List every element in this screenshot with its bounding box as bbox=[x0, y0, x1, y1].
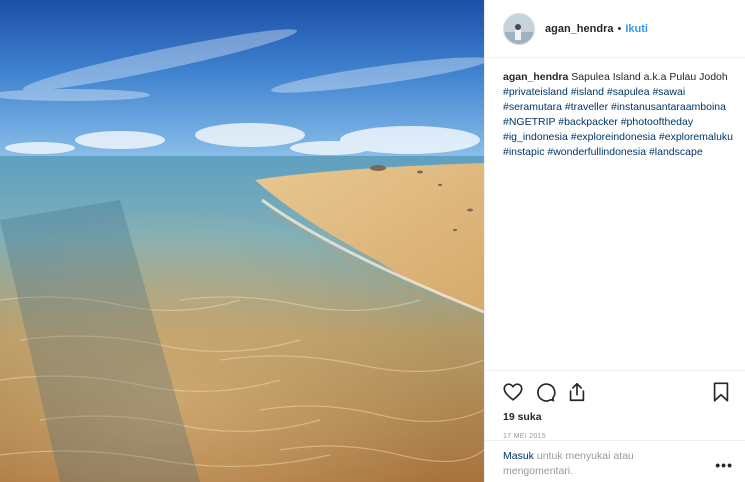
like-count[interactable]: 19 suka bbox=[501, 407, 733, 423]
hashtag-link[interactable]: #privateisland bbox=[503, 86, 568, 98]
hashtag-list: #privateisland #island #sapulea #sawai #… bbox=[503, 86, 733, 158]
hashtag-link[interactable]: #sawai bbox=[652, 86, 685, 98]
caption-text: Sapulea Island a.k.a Pulau Jodoh bbox=[571, 71, 728, 83]
follow-button[interactable]: Ikuti bbox=[625, 23, 648, 35]
post-sidebar: agan_hendra • Ikuti agan_hendra Sapulea … bbox=[484, 0, 745, 482]
avatar-image bbox=[504, 13, 534, 44]
header-username[interactable]: agan_hendra bbox=[545, 23, 613, 35]
bookmark-icon[interactable] bbox=[709, 380, 733, 404]
hashtag-link[interactable]: #wonderfullindonesia bbox=[547, 146, 646, 158]
login-text-block: Masuk untuk menyukai atau mengomentari. bbox=[503, 449, 673, 479]
beach-photo-image bbox=[0, 0, 484, 482]
hashtag-link[interactable]: #landscape bbox=[649, 146, 703, 158]
instagram-post: agan_hendra • Ikuti agan_hendra Sapulea … bbox=[0, 0, 745, 482]
hashtag-link[interactable]: #ig_indonesia bbox=[503, 131, 568, 143]
hashtag-link[interactable]: #exploremaluku bbox=[659, 131, 733, 143]
hashtag-link[interactable]: #island bbox=[571, 86, 604, 98]
hashtag-link[interactable]: #sapulea bbox=[607, 86, 650, 98]
share-icon[interactable] bbox=[565, 380, 589, 404]
caption-username[interactable]: agan_hendra bbox=[503, 71, 568, 83]
more-options-icon[interactable]: ••• bbox=[715, 457, 733, 479]
post-caption: agan_hendra Sapulea Island a.k.a Pulau J… bbox=[485, 58, 745, 160]
hashtag-link[interactable]: #exploreindonesia bbox=[571, 131, 656, 143]
heart-icon[interactable] bbox=[501, 380, 525, 404]
login-prompt: Masuk untuk menyukai atau mengomentari. … bbox=[485, 440, 745, 479]
post-header: agan_hendra • Ikuti bbox=[485, 0, 745, 58]
action-bar: 19 suka 17 MEI 2015 bbox=[485, 370, 745, 440]
hashtag-link[interactable]: #photooftheday bbox=[621, 116, 693, 128]
separator-dot: • bbox=[617, 22, 622, 35]
post-date[interactable]: 17 MEI 2015 bbox=[501, 423, 733, 440]
hashtag-link[interactable]: #instapic bbox=[503, 146, 544, 158]
icon-row bbox=[501, 377, 733, 407]
avatar[interactable] bbox=[503, 12, 535, 45]
hashtag-link[interactable]: #traveller bbox=[565, 101, 608, 113]
login-link[interactable]: Masuk bbox=[503, 450, 534, 462]
hashtag-link[interactable]: #instanusantaraamboina bbox=[611, 101, 726, 113]
post-photo[interactable] bbox=[0, 0, 484, 482]
comment-icon[interactable] bbox=[533, 380, 557, 404]
hashtag-link[interactable]: #NGETRIP bbox=[503, 116, 555, 128]
hashtag-link[interactable]: #backpacker bbox=[558, 116, 618, 128]
hashtag-link[interactable]: #seramutara bbox=[503, 101, 562, 113]
